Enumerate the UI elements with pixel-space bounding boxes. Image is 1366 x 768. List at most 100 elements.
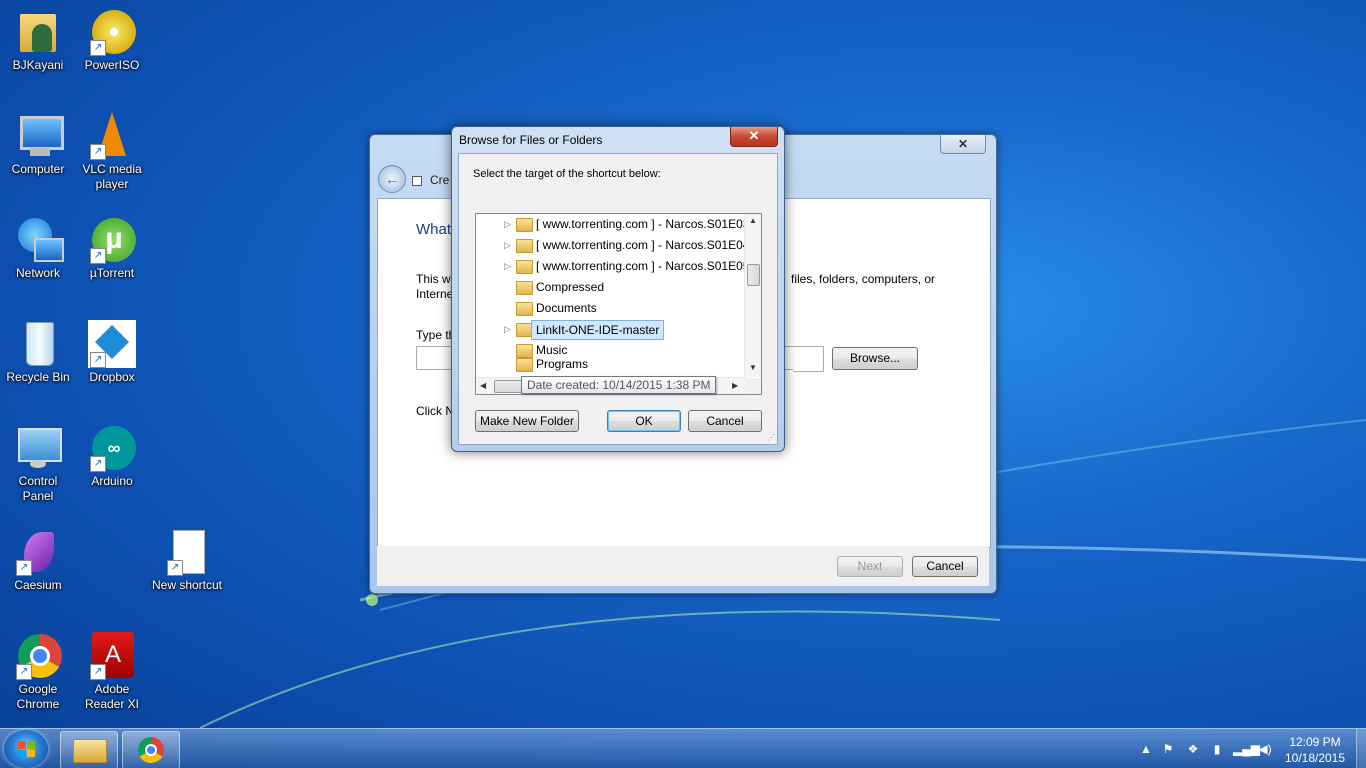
recycle-bin-icon — [14, 320, 62, 368]
dropbox-tray-icon[interactable]: ❖ — [1186, 742, 1200, 756]
date-created-tooltip: Date created: 10/14/2015 1:38 PM — [521, 376, 717, 394]
scroll-right-icon[interactable]: ▶ — [732, 381, 738, 390]
wizard-footer: Next Cancel — [377, 546, 989, 586]
click-next-label: Click N — [416, 404, 454, 418]
tree-item[interactable]: ▷ [ www.torrenting.com ] - Narcos.S01E04 — [476, 235, 749, 256]
desktop-icon-new-shortcut[interactable]: ↗ New shortcut — [149, 528, 225, 593]
folder-icon — [516, 358, 533, 372]
taskbar-file-explorer[interactable] — [60, 731, 118, 768]
location-label: Type th — [416, 328, 456, 342]
desktop-icon-google-chrome[interactable]: ↗ Google Chrome — [0, 632, 76, 712]
desktop-icon-adobe-reader[interactable]: A ↗ Adobe Reader XI — [74, 632, 150, 712]
wizard-cancel-button[interactable]: Cancel — [912, 556, 978, 577]
shortcut-arrow-icon: ↗ — [90, 248, 106, 264]
shortcut-arrow-icon: ↗ — [90, 40, 106, 56]
browse-dialog-title: Browse for Files or Folders — [459, 133, 603, 147]
tree-item[interactable]: Documents — [476, 298, 745, 319]
clock-time: 12:09 PM — [1289, 735, 1341, 749]
vertical-scroll-thumb[interactable] — [747, 264, 760, 286]
folder-icon — [516, 218, 533, 232]
folder-icon — [516, 239, 533, 253]
browse-button[interactable]: Browse... — [832, 347, 918, 370]
scroll-corner — [745, 378, 761, 394]
folder-tree[interactable]: ▷ [ www.torrenting.com ] - Narcos.S01E03… — [475, 213, 762, 395]
desktop-icon-caesium[interactable]: ↗ Caesium — [0, 528, 76, 593]
scroll-up-icon[interactable]: ▲ — [749, 216, 757, 225]
folder-icon — [516, 302, 533, 316]
desktop-icon-bjkayani[interactable]: BJKayani — [0, 8, 76, 73]
show-hidden-icons-icon[interactable]: ▲ — [1139, 742, 1153, 756]
blank-document-icon: ↗ — [163, 528, 211, 576]
desktop-icon-control-panel[interactable]: Control Panel — [0, 424, 76, 504]
tree-item[interactable]: ▷ [ www.torrenting.com ] - Narcos.S01E03 — [476, 214, 749, 235]
network-signal-icon[interactable]: ▂▄▆ — [1233, 742, 1260, 756]
shortcut-small-icon — [412, 175, 422, 186]
scroll-down-icon[interactable]: ▼ — [749, 363, 757, 372]
taskbar: ▲ ⚑ ❖ ▮ ▂▄▆ ◀) 12:09 PM 10/18/2015 — [0, 728, 1366, 768]
tree-item[interactable]: Programs — [476, 354, 745, 375]
make-new-folder-button[interactable]: Make New Folder — [475, 410, 579, 432]
scroll-left-icon[interactable]: ◀ — [480, 381, 486, 390]
desktop-icon-utorrent[interactable]: µ ↗ µTorrent — [74, 216, 150, 281]
browse-dialog-content: Select the target of the shortcut below:… — [458, 153, 778, 445]
folder-icon — [73, 739, 107, 763]
desktop-icon-computer[interactable]: Computer — [0, 112, 76, 177]
browse-cancel-button[interactable]: Cancel — [688, 410, 762, 432]
folder-icon — [516, 260, 533, 274]
control-panel-icon — [14, 424, 62, 472]
next-button[interactable]: Next — [837, 556, 903, 577]
tree-item[interactable]: Compressed — [476, 277, 745, 298]
poweriso-disc-icon: ↗ — [88, 8, 136, 56]
tree-item[interactable]: ▷ [ www.torrenting.com ] - Narcos.S01E05 — [476, 256, 749, 277]
location-input-end[interactable] — [793, 346, 824, 372]
shortcut-arrow-icon: ↗ — [90, 664, 106, 680]
shortcut-arrow-icon: ↗ — [16, 664, 32, 680]
system-clock[interactable]: 12:09 PM 10/18/2015 — [1284, 734, 1346, 766]
vlc-cone-icon: ↗ — [88, 112, 136, 160]
desktop-icon-arduino[interactable]: ∞ ↗ Arduino — [74, 424, 150, 489]
shortcut-arrow-icon: ↗ — [90, 352, 106, 368]
expand-arrow-icon[interactable]: ▷ — [504, 319, 512, 340]
windows-logo-icon — [17, 741, 35, 757]
chrome-icon: ↗ — [14, 632, 62, 680]
folder-icon — [516, 281, 533, 295]
utorrent-icon: µ ↗ — [88, 216, 136, 264]
desktop-icon-poweriso[interactable]: ↗ PowerISO — [74, 8, 150, 73]
arduino-icon: ∞ ↗ — [88, 424, 136, 472]
computer-monitor-icon — [14, 112, 64, 160]
expand-arrow-icon[interactable]: ▷ — [504, 214, 512, 235]
desktop-icon-vlc[interactable]: ↗ VLC media player — [74, 112, 150, 192]
network-globe-icon — [14, 216, 64, 264]
show-desktop-button[interactable] — [1356, 729, 1366, 768]
wizard-close-button[interactable]: ✕ — [940, 135, 986, 154]
browse-instruction: Select the target of the shortcut below: — [473, 168, 661, 180]
start-button[interactable] — [4, 730, 48, 768]
browse-close-button[interactable]: ✕ — [730, 127, 778, 147]
desktop-icon-dropbox[interactable]: ↗ Dropbox — [74, 320, 150, 385]
shortcut-arrow-icon: ↗ — [90, 456, 106, 472]
back-arrow-icon[interactable]: ← — [378, 165, 406, 193]
browse-dialog: Browse for Files or Folders ✕ Select the… — [451, 126, 785, 452]
ok-button[interactable]: OK — [607, 410, 681, 432]
wizard-heading: What — [416, 221, 452, 238]
shortcut-arrow-icon: ↗ — [16, 560, 32, 576]
tree-item-selected[interactable]: ▷ LinkIt-ONE-IDE-master — [476, 319, 745, 340]
battery-icon[interactable]: ▮ — [1210, 742, 1224, 756]
expand-arrow-icon[interactable]: ▷ — [504, 256, 512, 277]
shortcut-arrow-icon: ↗ — [167, 560, 183, 576]
volume-icon[interactable]: ◀) — [1258, 742, 1272, 756]
shortcut-arrow-icon: ↗ — [90, 144, 106, 160]
desktop-icon-network[interactable]: Network — [0, 216, 76, 281]
desktop-icon-recycle-bin[interactable]: Recycle Bin — [0, 320, 76, 385]
caesium-icon: ↗ — [14, 528, 62, 576]
vertical-scrollbar[interactable]: ▲ ▼ — [744, 214, 761, 377]
dropbox-icon: ↗ — [88, 320, 136, 368]
taskbar-google-chrome[interactable] — [122, 731, 180, 768]
expand-arrow-icon[interactable]: ▷ — [504, 235, 512, 256]
user-folder-icon — [14, 8, 62, 56]
resize-grip-icon[interactable]: ⋰ — [767, 434, 775, 442]
action-center-flag-icon[interactable]: ⚑ — [1161, 742, 1175, 756]
adobe-reader-icon: A ↗ — [88, 632, 136, 680]
clock-date: 10/18/2015 — [1284, 751, 1346, 765]
wizard-title: Cre — [412, 173, 449, 187]
